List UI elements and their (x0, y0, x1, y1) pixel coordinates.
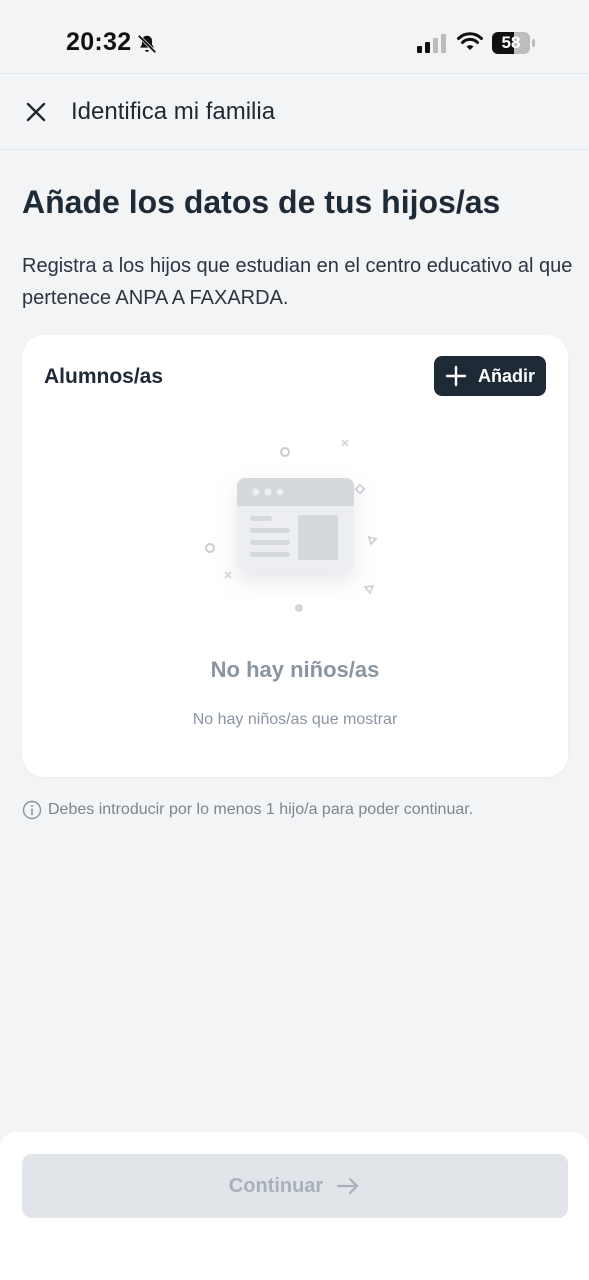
students-card: Alumnos/as Añadir No hay niños/as No hay… (22, 335, 568, 777)
info-icon (22, 800, 42, 820)
signal-icon (417, 34, 446, 53)
header-title: Identifica mi familia (71, 98, 276, 125)
add-student-button[interactable]: Añadir (434, 356, 546, 396)
battery-level: 58 (501, 33, 521, 52)
add-student-label: Añadir (478, 365, 536, 386)
page-title: Añade los datos de tus hijos/as (22, 184, 501, 220)
top-app-bar: Identifica mi familia (0, 73, 589, 150)
close-icon[interactable] (22, 98, 50, 126)
info-note: Debes introducir por lo menos 1 hijo/a p… (22, 800, 473, 820)
status-time: 20:32 (66, 28, 132, 56)
empty-state-illustration (205, 439, 378, 612)
students-card-title: Alumnos/as (44, 365, 164, 388)
empty-state-subtitle: No hay niños/as que mostrar (192, 711, 398, 728)
empty-state-title: No hay niños/as (210, 657, 380, 682)
info-note-text: Debes introducir por lo menos 1 hijo/a p… (48, 801, 474, 818)
page-description: Registra a los hijos que estudian en el … (22, 255, 573, 309)
wifi-icon (457, 32, 483, 50)
plus-icon (445, 365, 467, 387)
bottom-action-bar: Continuar (0, 1132, 589, 1280)
arrow-right-icon (337, 1177, 359, 1195)
bell-slash-icon (137, 34, 157, 54)
continue-label: Continuar (228, 1174, 324, 1197)
continue-button[interactable]: Continuar (22, 1154, 568, 1218)
status-bar: 20:32 58 (0, 0, 589, 74)
